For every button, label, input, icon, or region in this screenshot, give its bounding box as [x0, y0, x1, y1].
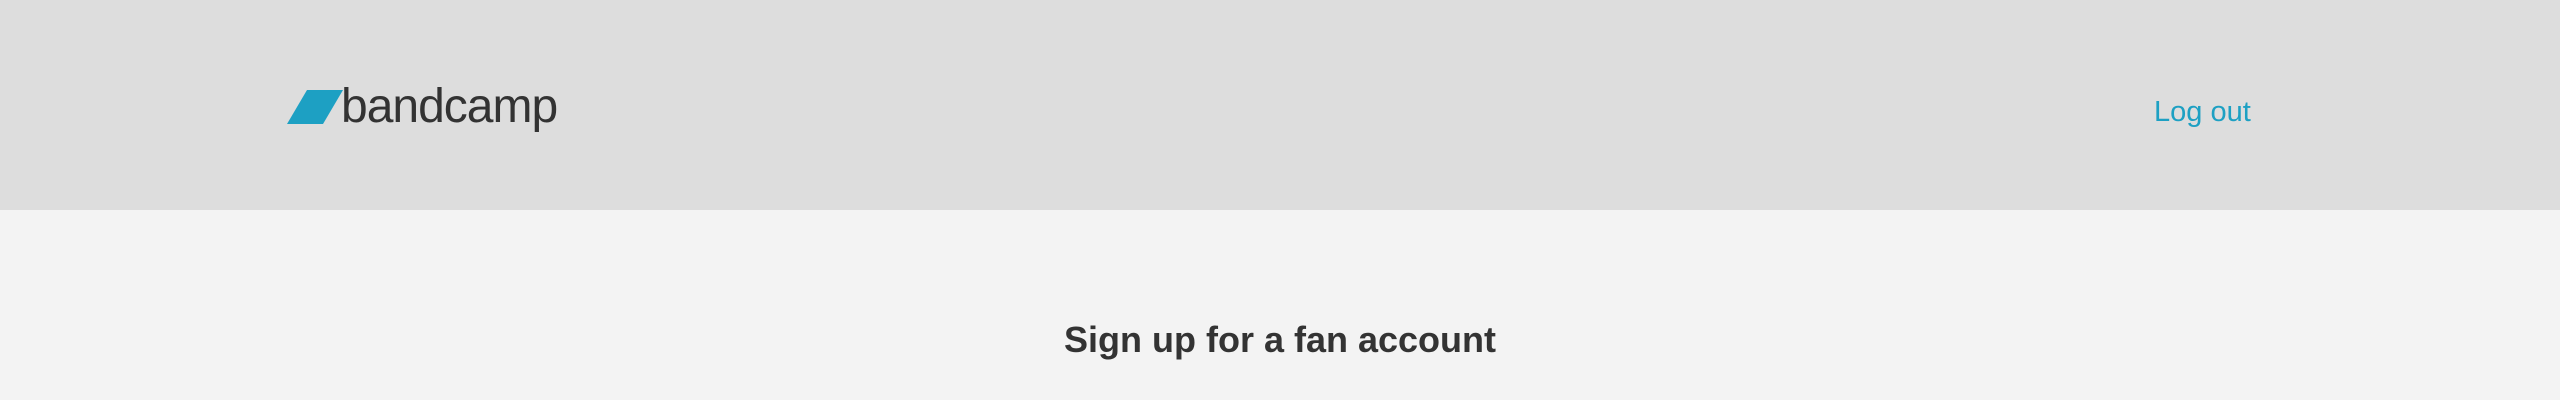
bandcamp-logo-text: bandcamp — [341, 80, 558, 133]
bandcamp-logo-icon — [287, 90, 343, 124]
signup-section: Sign up for a fan account — [0, 210, 2560, 400]
page-title: Sign up for a fan account — [1063, 319, 1497, 360]
site-header: bandcamp Log out — [0, 0, 2560, 210]
bandcamp-logo-link[interactable]: bandcamp — [287, 80, 558, 133]
logout-link[interactable]: Log out — [2154, 95, 2251, 129]
